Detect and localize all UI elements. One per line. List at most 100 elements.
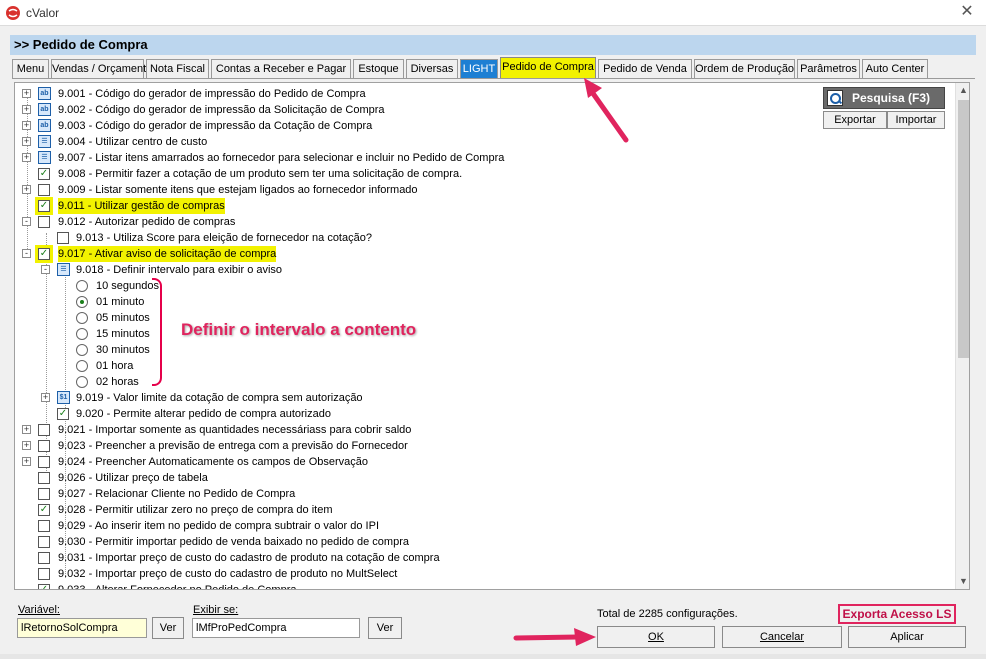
config-row[interactable]: + ☰ 9.007 - Listar itens amarrados ao forn… <box>15 150 945 166</box>
radio-button[interactable] <box>76 328 88 340</box>
scroll-down-icon[interactable]: ▼ <box>956 574 969 589</box>
checkbox[interactable] <box>38 440 50 452</box>
checkbox[interactable] <box>38 216 50 228</box>
tab-light[interactable]: LIGHT <box>460 59 498 79</box>
config-label: 9.027 - Relacionar Cliente no Pedido de … <box>58 488 296 500</box>
show-if-label: Exibir se: <box>193 604 239 616</box>
checkbox-checked[interactable]: ✓ <box>38 504 50 516</box>
ok-button[interactable]: OK <box>597 626 715 648</box>
config-row[interactable]: 9.013 - Utiliza Score para eleição de fo… <box>15 230 945 246</box>
radio-button[interactable] <box>76 312 88 324</box>
checkbox[interactable] <box>38 424 50 436</box>
config-row[interactable]: - ☰ 9.018 - Definir intervalo para exibir … <box>15 262 945 278</box>
tab-vendas-or-amento[interactable]: Vendas / Orçamento <box>51 59 152 79</box>
config-row[interactable]: - 9.012 - Autorizar pedido de compras <box>15 214 945 230</box>
config-row[interactable]: 9.032 - Importar preço de custo do cadas… <box>15 566 945 582</box>
config-row[interactable]: +9.023 - Preencher a previsão de entrega… <box>15 438 945 454</box>
config-row[interactable]: + ab 9.001 - Código do gerador de impressã… <box>15 86 945 102</box>
checkbox-checked[interactable]: ✓ <box>35 197 53 215</box>
config-row[interactable]: 9.031 - Importar preço de custo do cadas… <box>15 550 945 566</box>
checkbox[interactable] <box>38 520 50 532</box>
tab-estoque[interactable]: Estoque <box>353 59 404 79</box>
config-row[interactable]: ✓ 9.011 - Utilizar gestão de compras <box>15 197 945 215</box>
checkbox-checked[interactable]: ✓ <box>38 584 50 589</box>
config-label: 9.002 - Código do gerador de impressão d… <box>58 104 385 116</box>
config-label: 9.017 - Ativar aviso de solicitação de c… <box>58 246 277 262</box>
config-label: 9.018 - Definir intervalo para exibir o … <box>76 264 283 276</box>
config-row[interactable]: +9.021 - Importar somente as quantidades… <box>15 422 945 438</box>
vertical-scrollbar[interactable]: ▲ ▼ <box>955 83 969 589</box>
config-row[interactable]: 9.026 - Utilizar preço de tabela <box>15 470 945 486</box>
expand-icon[interactable]: + <box>22 185 31 194</box>
collapse-icon[interactable]: - <box>41 265 50 274</box>
config-label: 9.026 - Utilizar preço de tabela <box>58 472 208 484</box>
checkbox[interactable] <box>38 536 50 548</box>
config-row[interactable]: + $1 9.019 - Valor limite da cotação de co… <box>15 390 945 406</box>
scroll-up-icon[interactable]: ▲ <box>956 83 969 98</box>
collapse-icon[interactable]: - <box>22 217 31 226</box>
import-button[interactable]: Importar <box>887 111 945 129</box>
close-icon[interactable]: ✕ <box>958 3 976 21</box>
checkbox-checked[interactable]: ✓ <box>35 245 53 263</box>
config-row[interactable]: 9.029 - Ao inserir item no pedido de com… <box>15 518 945 534</box>
config-row[interactable]: - ✓ 9.017 - Ativar aviso de solicitação de… <box>15 245 945 263</box>
expand-icon[interactable]: + <box>22 89 31 98</box>
checkbox[interactable] <box>38 552 50 564</box>
config-row[interactable]: +9.024 - Preencher Automaticamente os ca… <box>15 454 945 470</box>
config-row[interactable]: +9.009 - Listar somente itens que esteja… <box>15 182 945 198</box>
tab-ordem-de-produ-o[interactable]: Ordem de Produção <box>694 59 795 79</box>
expand-icon[interactable]: + <box>22 121 31 130</box>
config-row[interactable]: ✓ 9.020 - Permite alterar pedido de compr… <box>15 406 945 422</box>
radio-button[interactable] <box>76 344 88 356</box>
config-label: 9.021 - Importar somente as quantidades … <box>58 424 412 436</box>
cancel-button[interactable]: Cancelar <box>722 626 842 648</box>
expand-icon[interactable]: + <box>22 153 31 162</box>
tab-menu[interactable]: Menu <box>12 59 49 79</box>
config-row[interactable]: + ☰ 9.004 - Utilizar centro de custo <box>15 134 945 150</box>
config-row[interactable]: ✓ 9.008 - Permitir fazer a cotação de um … <box>15 166 945 182</box>
annotation-bracket <box>152 278 162 386</box>
radio-button[interactable] <box>76 360 88 372</box>
annotation-text: Definir o intervalo a contento <box>181 320 417 339</box>
variable-ver-button[interactable]: Ver <box>152 617 184 639</box>
show-if-field[interactable]: lMfProPedCompra <box>192 618 360 638</box>
tab-contas-a-receber-e-pagar[interactable]: Contas a Receber e Pagar <box>211 59 351 79</box>
export-button[interactable]: Exportar <box>823 111 887 129</box>
checkbox[interactable] <box>38 568 50 580</box>
radio-selected[interactable] <box>76 296 88 308</box>
expand-icon[interactable]: + <box>41 393 50 402</box>
config-row[interactable]: 9.030 - Permitir importar pedido de vend… <box>15 534 945 550</box>
checkbox[interactable] <box>38 456 50 468</box>
checkbox[interactable] <box>38 184 50 196</box>
expand-icon[interactable]: + <box>22 425 31 434</box>
tab-nota-fiscal[interactable]: Nota Fiscal <box>146 59 209 79</box>
apply-button[interactable]: Aplicar <box>848 626 966 648</box>
expand-icon[interactable]: + <box>22 105 31 114</box>
config-row[interactable]: 9.027 - Relacionar Cliente no Pedido de … <box>15 486 945 502</box>
checkbox-checked[interactable]: ✓ <box>57 408 69 420</box>
config-label: 9.009 - Listar somente itens que estejam… <box>58 184 418 196</box>
checkbox[interactable] <box>57 232 69 244</box>
variable-field[interactable]: lRetornoSolCompra <box>17 618 147 638</box>
radio-button[interactable] <box>76 376 88 388</box>
checkbox-checked[interactable]: ✓ <box>38 168 50 180</box>
tab-par-metros[interactable]: Parâmetros <box>797 59 860 79</box>
config-row[interactable]: + ab 9.003 - Código do gerador de impressã… <box>15 118 945 134</box>
export-acesso-ls-button[interactable]: Exporta Acesso LS <box>838 604 956 624</box>
collapse-icon[interactable]: - <box>22 249 31 258</box>
expand-icon[interactable]: + <box>22 441 31 450</box>
scroll-thumb[interactable] <box>958 100 969 358</box>
tab-diversas[interactable]: Diversas <box>406 59 458 79</box>
config-row[interactable]: ✓ 9.033 - Alterar Fornecedor no Pedido de… <box>15 582 945 589</box>
checkbox[interactable] <box>38 488 50 500</box>
show-if-ver-button[interactable]: Ver <box>368 617 402 639</box>
checkbox[interactable] <box>38 472 50 484</box>
tab-auto-center[interactable]: Auto Center <box>862 59 928 79</box>
expand-icon[interactable]: + <box>22 457 31 466</box>
expand-icon[interactable]: + <box>22 137 31 146</box>
config-label: 9.011 - Utilizar gestão de compras <box>58 198 225 214</box>
config-row[interactable]: ✓ 9.028 - Permitir utilizar zero no preço… <box>15 502 945 518</box>
config-row[interactable]: + ab 9.002 - Código do gerador de impressã… <box>15 102 945 118</box>
radio-button[interactable] <box>76 280 88 292</box>
search-button[interactable]: Pesquisa (F3) <box>823 87 945 109</box>
